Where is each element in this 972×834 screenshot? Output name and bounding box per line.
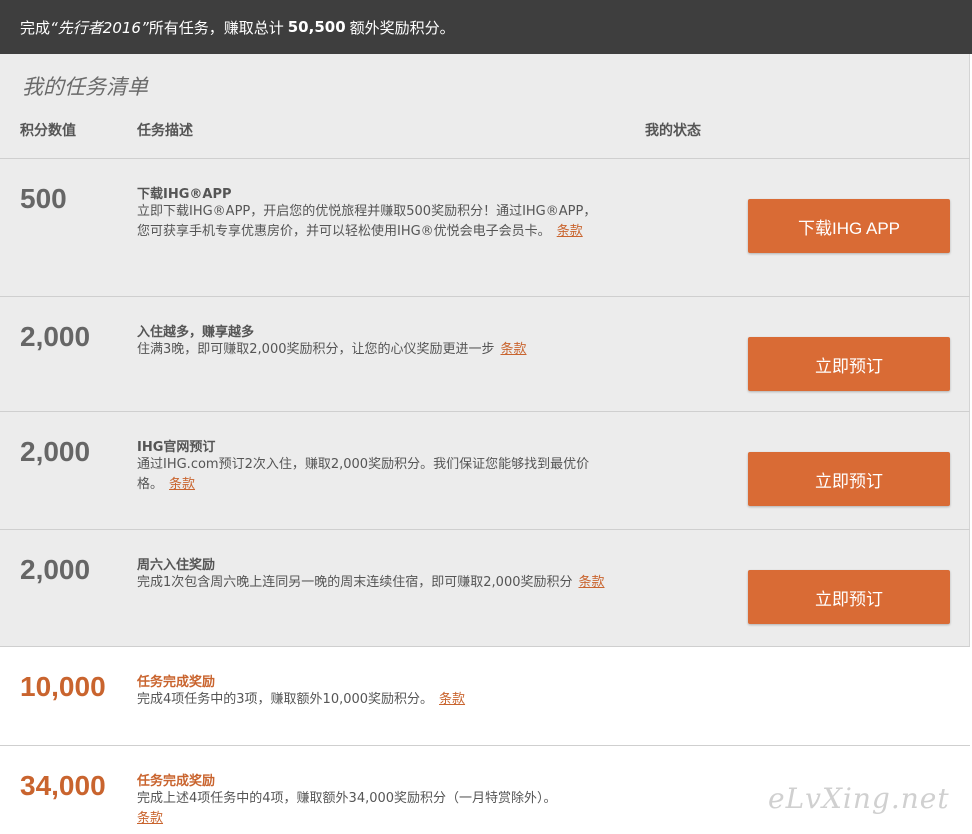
task-points: 500 — [20, 183, 67, 214]
list-title: 我的任务清单 — [22, 75, 148, 99]
bonus-title: 任务完成奖励 — [137, 675, 216, 690]
task-row-saturday-stay: 2,000 周六入住奖励 完成1次包含周六晚上连同另一晚的周末连续住宿，即可赚取… — [0, 529, 970, 646]
terms-link[interactable]: 条款 — [169, 477, 195, 492]
task-row-ihg-booking: 2,000 IHG官网预订 通过IHG.com预订2次入住，赚取2,000奖励积… — [0, 411, 970, 529]
task-description: 通过IHG.com预订2次入住，赚取2,000奖励积分。我们保证您能够找到最优价… — [137, 455, 607, 495]
banner-campaign: “先行者2016” — [50, 18, 149, 37]
column-header-description: 任务描述 — [137, 123, 193, 139]
task-description-text: 通过IHG.com预订2次入住，赚取2,000奖励积分。我们保证您能够找到最优价… — [137, 457, 590, 492]
column-header-status: 我的状态 — [645, 123, 701, 139]
task-row-stay-more: 2,000 入住越多，赚享越多 住满3晚，即可赚取2,000奖励积分，让您的心仪… — [0, 296, 970, 411]
terms-link[interactable]: 条款 — [579, 575, 605, 590]
banner-total: 50,500 — [287, 18, 346, 36]
bonus-description: 完成上述4项任务中的4项，赚取额外34,000奖励积分（一月特赏除外）。 条款 — [137, 789, 607, 829]
column-header-points: 积分数值 — [20, 123, 76, 139]
banner-suffix: 额外奖励积分。 — [349, 18, 455, 37]
task-row-download-app: 500 下载IHG®APP 立即下载IHG®APP，开启您的优悦旅程并赚取500… — [0, 158, 970, 296]
bonus-description-text: 完成上述4项任务中的4项，赚取额外34,000奖励积分（一月特赏除外）。 — [137, 791, 557, 806]
book-now-button[interactable]: 立即预订 — [748, 337, 950, 391]
terms-link[interactable]: 条款 — [137, 811, 163, 826]
top-banner: 完成 “先行者2016” 所有任务，赚取总计 50,500 额外奖励积分。 — [0, 0, 972, 54]
terms-link[interactable]: 条款 — [501, 342, 527, 357]
task-title: 入住越多，赚享越多 — [137, 325, 255, 340]
download-app-button[interactable]: 下载IHG APP — [748, 199, 950, 253]
task-description: 立即下载IHG®APP，开启您的优悦旅程并赚取500奖励积分！通过IHG®APP… — [137, 202, 607, 242]
terms-link[interactable]: 条款 — [557, 224, 583, 239]
banner-middle: 所有任务，赚取总计 — [148, 18, 284, 37]
book-now-button[interactable]: 立即预订 — [748, 570, 950, 624]
task-title: 周六入住奖励 — [137, 558, 216, 573]
bonus-points: 10,000 — [20, 671, 106, 702]
terms-link[interactable]: 条款 — [439, 692, 465, 707]
task-list-panel: 我的任务清单 积分数值 任务描述 我的状态 500 下载IHG®APP 立即下载… — [0, 54, 970, 834]
task-description-text: 住满3晚，即可赚取2,000奖励积分，让您的心仪奖励更进一步 — [137, 342, 495, 357]
bonus-points: 34,000 — [20, 770, 106, 801]
bonus-title: 任务完成奖励 — [137, 774, 216, 789]
task-description-text: 完成1次包含周六晚上连同另一晚的周末连续住宿，即可赚取2,000奖励积分 — [137, 575, 573, 590]
bonus-row-3-of-4: 10,000 任务完成奖励 完成4项任务中的3项，赚取额外10,000奖励积分。… — [0, 646, 970, 745]
task-description-text: 立即下载IHG®APP，开启您的优悦旅程并赚取500奖励积分！通过IHG®APP… — [137, 204, 597, 239]
task-points: 2,000 — [20, 554, 91, 585]
bonus-description-text: 完成4项任务中的3项，赚取额外10,000奖励积分。 — [137, 692, 434, 707]
task-description: 完成1次包含周六晚上连同另一晚的周末连续住宿，即可赚取2,000奖励积分 条款 — [137, 573, 607, 593]
task-points: 2,000 — [20, 436, 91, 467]
banner-prefix: 完成 — [20, 18, 51, 37]
watermark: eLvXing.net — [768, 782, 950, 815]
task-points: 2,000 — [20, 321, 91, 352]
task-title: 下载IHG®APP — [137, 187, 232, 202]
task-description: 住满3晚，即可赚取2,000奖励积分，让您的心仪奖励更进一步 条款 — [137, 340, 607, 360]
book-now-button[interactable]: 立即预订 — [748, 452, 950, 506]
task-title: IHG官网预订 — [137, 440, 216, 455]
bonus-description: 完成4项任务中的3项，赚取额外10,000奖励积分。 条款 — [137, 690, 607, 710]
